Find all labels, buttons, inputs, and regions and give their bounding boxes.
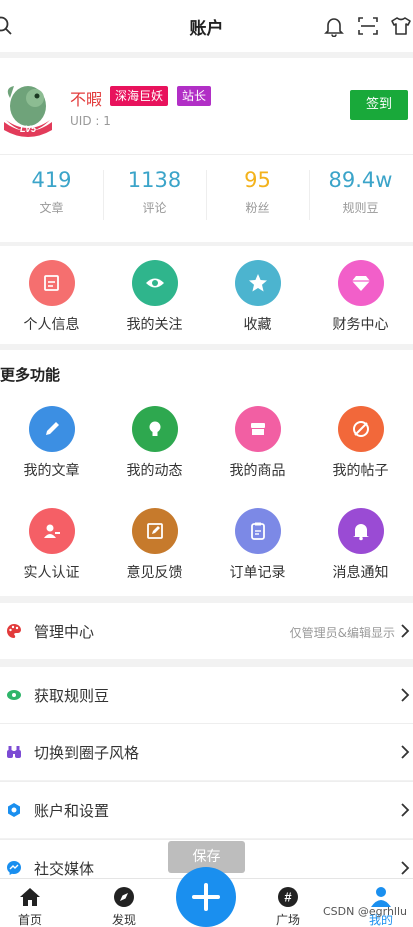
feature-label: 实人认证: [23, 565, 80, 581]
chevron-right-icon: [401, 803, 410, 817]
quick-label: 收藏: [243, 317, 272, 333]
quick-following[interactable]: 我的关注: [103, 260, 206, 334]
feature-label: 订单记录: [229, 565, 286, 581]
user-id: UID : 1: [70, 114, 111, 128]
feature-label: 我的动态: [126, 463, 183, 479]
quick-actions: 个人信息 我的关注 收藏 财务中心: [0, 246, 413, 344]
palette-icon: [7, 624, 21, 638]
no-post-icon: [337, 406, 384, 452]
feature-label: 我的帖子: [332, 463, 389, 479]
level-badge: LV5: [20, 124, 37, 134]
section-title: 更多功能: [0, 366, 61, 384]
feature-label: 意见反馈: [126, 565, 183, 581]
id-card-icon: [28, 508, 75, 554]
scan-icon[interactable]: [357, 15, 379, 37]
profile-card: LV5 不暇 深海巨妖 站长 UID : 1 签到 419 文章 1138 评论…: [0, 58, 413, 242]
stat-comments[interactable]: 1138 评论: [103, 168, 206, 216]
feature-my-moments[interactable]: 我的动态: [103, 406, 206, 480]
tab-label: 发现: [111, 913, 136, 927]
star-icon: [234, 260, 281, 306]
feature-notifications[interactable]: 消息通知: [309, 508, 412, 582]
menu-label: 获取规则豆: [34, 687, 110, 705]
bulb-icon: [131, 406, 178, 452]
more-features: 更多功能 我的文章 我的动态 我的商品 我的帖子 实人认证 意见反馈 订单记录: [0, 350, 413, 596]
stat-value: 419: [31, 168, 72, 192]
home-icon: [20, 888, 40, 906]
menu-account-settings[interactable]: 账户和设置: [0, 782, 413, 838]
feature-feedback[interactable]: 意见反馈: [103, 508, 206, 582]
tab-label: 首页: [17, 913, 42, 927]
publish-button[interactable]: [176, 867, 236, 927]
messenger-icon: [7, 861, 21, 875]
shirt-icon[interactable]: [390, 15, 412, 37]
bell-icon: [337, 508, 384, 554]
account-page: 账户 LV5 不暇 深海巨妖 站长 UID : 1 签到 419 文章 1138…: [0, 0, 413, 927]
quick-favorites[interactable]: 收藏: [206, 260, 309, 334]
quick-label: 我的关注: [126, 317, 183, 333]
feature-label: 消息通知: [332, 565, 389, 581]
diamond-icon: [337, 260, 384, 306]
top-bar: 账户: [0, 0, 413, 52]
feature-real-name-auth[interactable]: 实人认证: [0, 508, 103, 582]
chevron-right-icon: [401, 624, 410, 638]
stat-label: 规则豆: [342, 201, 379, 215]
stat-articles[interactable]: 419 文章: [0, 168, 103, 216]
feature-label: 我的商品: [229, 463, 286, 479]
plus-icon: [192, 883, 220, 911]
divider: [0, 154, 413, 155]
tab-home[interactable]: 首页: [0, 885, 60, 927]
menu-hint: 仅管理员&编辑显示: [289, 626, 395, 640]
stat-value: 1138: [127, 168, 182, 192]
menu-label: 社交媒体: [34, 860, 95, 878]
username: 不暇: [70, 90, 103, 109]
stat-value: 95: [244, 168, 271, 192]
binoculars-icon: [7, 746, 21, 758]
quick-label: 财务中心: [332, 317, 389, 333]
money-icon: [7, 690, 21, 700]
bell-outline-icon[interactable]: [323, 15, 345, 37]
quick-finance[interactable]: 财务中心: [309, 260, 412, 334]
pencil-icon: [28, 406, 75, 452]
chevron-right-icon: [401, 745, 410, 759]
feature-my-posts[interactable]: 我的帖子: [309, 406, 412, 480]
feature-order-history[interactable]: 订单记录: [206, 508, 309, 582]
svg-text:#: #: [284, 890, 292, 905]
watermark: CSDN @egrhllu: [323, 905, 407, 918]
role-badge: 站长: [177, 86, 212, 106]
menu-label: 管理中心: [34, 623, 95, 641]
feature-my-articles[interactable]: 我的文章: [0, 406, 103, 480]
quick-label: 个人信息: [23, 317, 80, 333]
edit-icon: [28, 260, 75, 306]
quick-profile-info[interactable]: 个人信息: [0, 260, 103, 334]
stat-label: 文章: [39, 201, 64, 215]
eye-icon: [131, 260, 178, 306]
hashtag-icon: #: [278, 887, 298, 907]
chevron-right-icon: [401, 861, 410, 875]
shop-icon: [234, 406, 281, 452]
tab-label: 广场: [275, 913, 300, 927]
page-title: 账户: [189, 19, 224, 39]
feature-label: 我的文章: [23, 463, 80, 479]
signin-button[interactable]: 签到: [350, 90, 408, 120]
menu-switch-circle-style[interactable]: 切换到圈子风格: [0, 724, 413, 780]
tab-discover[interactable]: 发现: [94, 885, 154, 927]
stat-label: 评论: [142, 201, 167, 215]
menu-get-beans[interactable]: 获取规则豆: [0, 667, 413, 723]
tab-square[interactable]: # 广场: [258, 885, 318, 927]
clipboard-icon: [234, 508, 281, 554]
compass-icon: [114, 887, 134, 907]
menu-admin-center[interactable]: 管理中心 仅管理员&编辑显示: [0, 603, 413, 659]
menu-label: 切换到圈子风格: [34, 744, 140, 762]
stat-fans[interactable]: 95 粉丝: [206, 168, 309, 216]
stat-rule-beans[interactable]: 89.4w 规则豆: [309, 168, 412, 216]
avatar[interactable]: LV5: [2, 78, 54, 138]
settings-icon: [8, 803, 20, 817]
feedback-icon: [131, 508, 178, 554]
stat-label: 粉丝: [245, 201, 270, 215]
stat-value: 89.4w: [328, 168, 393, 192]
title-badge: 深海巨妖: [110, 86, 169, 106]
feature-my-products[interactable]: 我的商品: [206, 406, 309, 480]
chevron-right-icon: [401, 688, 410, 702]
menu-label: 账户和设置: [34, 802, 110, 820]
